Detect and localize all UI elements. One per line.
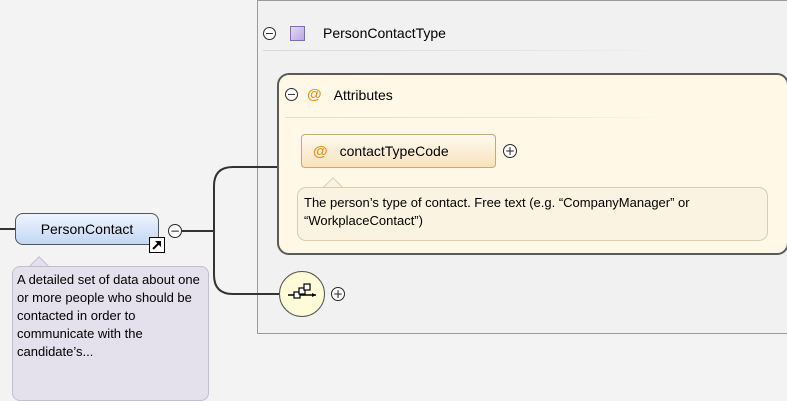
complex-type-icon <box>290 25 305 41</box>
root-element-documentation: A detailed set of data about one or more… <box>12 266 209 401</box>
sequence-compositor[interactable] <box>279 271 325 317</box>
attribute-symbol-icon: @ <box>313 142 328 160</box>
collapse-attributes-toggle-icon[interactable]: − <box>285 88 298 101</box>
reference-arrow-icon <box>149 237 165 253</box>
complex-type-header: − PersonContactType <box>263 20 446 46</box>
collapse-root-toggle-icon[interactable]: − <box>168 224 182 238</box>
attribute-name: contactTypeCode <box>339 143 449 159</box>
attribute-symbol-icon: @ <box>307 86 322 103</box>
attributes-divider <box>285 117 665 118</box>
collapse-type-toggle-icon[interactable]: − <box>263 26 276 40</box>
complex-type-name: PersonContactType <box>323 25 446 41</box>
type-header-divider <box>263 50 673 51</box>
attribute-documentation: The person’s type of contact. Free text … <box>297 187 768 241</box>
root-element-person-contact[interactable]: PersonContact <box>15 213 159 245</box>
branch-to-attributes <box>213 166 279 231</box>
schema-diagram-canvas: − PersonContactType − @ Attributes @ con… <box>0 0 787 401</box>
root-element-name: PersonContact <box>40 221 134 237</box>
attributes-title: Attributes <box>333 86 393 103</box>
expand-sequence-toggle-icon[interactable]: + <box>331 287 345 301</box>
attribute-documentation-text: The person’s type of contact. Free text … <box>304 195 690 228</box>
attribute-contact-type-code[interactable]: @ contactTypeCode <box>301 134 496 168</box>
sequence-compositor-icon <box>288 283 316 299</box>
attributes-header: − @ Attributes <box>285 86 393 103</box>
expand-attribute-toggle-icon[interactable]: + <box>503 144 517 158</box>
branch-to-sequence <box>213 231 280 295</box>
root-documentation-text: A detailed set of data about one or more… <box>17 272 200 359</box>
